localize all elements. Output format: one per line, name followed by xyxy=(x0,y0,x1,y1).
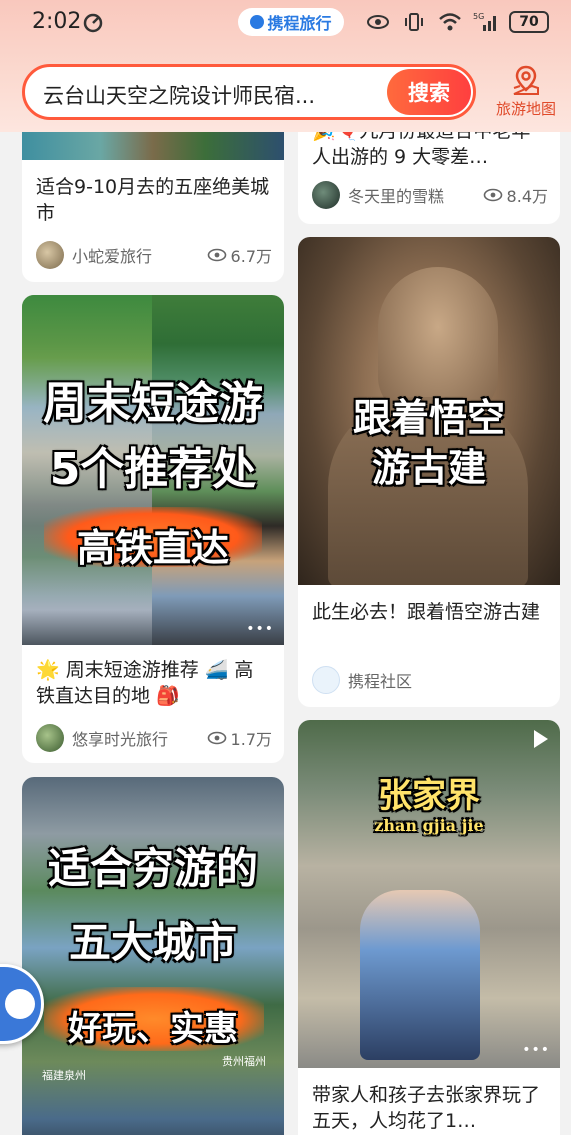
travel-map-button[interactable]: 旅游地图 xyxy=(488,64,564,122)
feed-card-right-3[interactable]: 张家界 zhan gjia jie ••• 带家人和孩子去张家界玩了五天，人均花… xyxy=(298,720,560,1135)
view-count: 1.7万 xyxy=(207,726,272,750)
family-photo-figures xyxy=(360,890,480,1060)
eye-comfort-icon xyxy=(365,10,391,34)
signal-type-label: 5G xyxy=(473,12,484,21)
wifi-icon xyxy=(437,10,463,34)
card-meta: 悠享时光旅行 1.7万 xyxy=(36,723,272,753)
eye-icon xyxy=(207,731,226,745)
status-time: 2:02 xyxy=(32,9,82,34)
cover-overlay-tag-text: 好玩、实惠 xyxy=(68,1009,238,1049)
photo-caption-right: 贵州福州 xyxy=(222,1055,266,1068)
avatar xyxy=(36,241,64,269)
status-bar: 2:02 携程旅行 5G 70 xyxy=(0,0,571,46)
feed-card-left-3[interactable]: 适合穷游的 五大城市 好玩、实惠 福建泉州 贵州福州 xyxy=(22,777,284,1135)
speedometer-icon xyxy=(83,13,103,33)
travel-map-label: 旅游地图 xyxy=(495,100,556,118)
card-title: 适合9-10月去的五座绝美城市 xyxy=(36,176,270,224)
card-cover-image: 适合穷游的 五大城市 好玩、实惠 福建泉州 贵州福州 xyxy=(22,777,284,1135)
brand-badge: 携程旅行 xyxy=(238,8,344,36)
card-title: 🌟 周末短途游推荐 🚄 高铁直达目的地 🎒 xyxy=(36,659,254,707)
eye-icon xyxy=(483,188,502,202)
cover-overlay-tag-text: 高铁直达 xyxy=(76,526,229,570)
battery-indicator: 70 xyxy=(509,11,549,33)
map-pin-icon xyxy=(513,65,539,95)
author-name: 冬天里的雪糕 xyxy=(348,187,445,206)
card-meta: 小蛇爱旅行 6.7万 xyxy=(36,240,272,270)
search-button[interactable]: 搜索 xyxy=(387,69,471,115)
cover-overlay-line1: 跟着悟空 xyxy=(352,396,505,440)
card-cover-image: 张家界 zhan gjia jie ••• xyxy=(298,720,560,1068)
author-name: 小蛇爱旅行 xyxy=(72,247,153,266)
author-name: 携程社区 xyxy=(348,672,413,691)
avatar xyxy=(312,181,340,209)
more-dots: ••• xyxy=(246,621,274,637)
cellular-signal-icon: 5G xyxy=(473,10,499,34)
view-count-value: 8.4万 xyxy=(506,187,548,206)
view-count: 8.4万 xyxy=(483,183,548,207)
avatar xyxy=(36,724,64,752)
cover-overlay-line1: 适合穷游的 xyxy=(47,844,258,893)
view-count-value: 6.7万 xyxy=(230,247,272,266)
vibrate-icon xyxy=(401,10,427,34)
card-title: 带家人和孩子去张家界玩了五天，人均花了1… xyxy=(312,1084,541,1132)
feed-card-left-2[interactable]: 周末短途游 5个推荐处 高铁直达 ••• 🌟 周末短途游推荐 🚄 高铁直达目的地… xyxy=(22,295,284,763)
view-count: 6.7万 xyxy=(207,243,272,267)
brand-logo-icon xyxy=(250,15,265,29)
search-input[interactable]: 云台山天空之院设计师民宿... xyxy=(43,80,363,110)
card-title: 此生必去！跟着悟空游古建 xyxy=(312,601,541,623)
card-meta: 携程社区 xyxy=(312,665,548,695)
feed-card-right-2[interactable]: 跟着悟空 游古建 此生必去！跟着悟空游古建 携程社区 xyxy=(298,237,560,707)
cover-overlay-subtitle: zhan gjia jie xyxy=(374,816,484,835)
more-dots: ••• xyxy=(522,1042,550,1058)
assistant-icon xyxy=(5,989,35,1019)
cover-overlay-title: 张家界 xyxy=(378,776,480,816)
photo-caption-left: 福建泉州 xyxy=(42,1069,86,1082)
cover-overlay-line2: 五大城市 xyxy=(68,918,237,967)
card-cover-image: 跟着悟空 游古建 xyxy=(298,237,560,585)
view-count-value: 1.7万 xyxy=(230,730,272,749)
search-bar[interactable]: 云台山天空之院设计师民宿... 搜索 xyxy=(22,64,476,120)
brand-name: 携程旅行 xyxy=(267,14,332,33)
avatar xyxy=(312,666,340,694)
cover-overlay-line1: 周末短途游 xyxy=(43,378,263,429)
video-play-icon xyxy=(534,730,548,748)
card-cover-image: 周末短途游 5个推荐处 高铁直达 ••• xyxy=(22,295,284,645)
card-meta: 冬天里的雪糕 8.4万 xyxy=(312,180,548,210)
app-header: 2:02 携程旅行 5G 70 云台山天空之院设计师民宿... 搜索 旅游地图 xyxy=(0,0,571,132)
cover-overlay-line2: 5个推荐处 xyxy=(49,444,257,495)
eye-icon xyxy=(207,248,226,262)
status-icons: 5G 70 xyxy=(365,10,549,34)
author-name: 悠享时光旅行 xyxy=(72,730,169,749)
cover-overlay-line2: 游古建 xyxy=(371,446,486,490)
